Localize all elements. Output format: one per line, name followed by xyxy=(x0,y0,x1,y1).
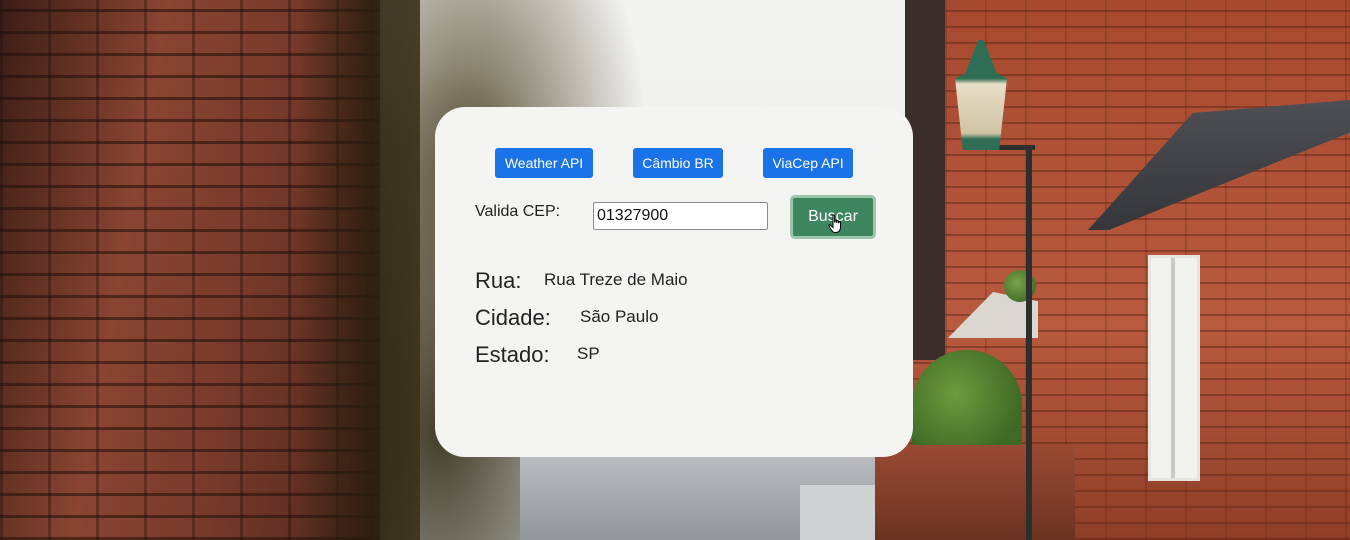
street-row: Rua: Rua Treze de Maio xyxy=(475,268,688,294)
background-wall-shadow xyxy=(300,0,420,540)
street-label: Rua: xyxy=(475,268,522,293)
city-row: Cidade: São Paulo xyxy=(475,305,658,331)
city-value: São Paulo xyxy=(580,307,659,326)
search-button[interactable]: Buscar xyxy=(790,195,876,239)
state-value: SP xyxy=(577,344,600,363)
cep-card: Weather API Câmbio BR ViaCep API Valida … xyxy=(435,107,913,457)
city-label: Cidade: xyxy=(475,305,551,330)
background-window xyxy=(1148,255,1200,481)
cep-label: Valida CEP: xyxy=(475,203,561,220)
background-low-wall xyxy=(875,445,1075,540)
weather-api-button[interactable]: Weather API xyxy=(495,148,593,178)
background-lamp-post xyxy=(1026,150,1032,540)
state-label: Estado: xyxy=(475,342,550,367)
background-bush xyxy=(912,350,1022,460)
state-row: Estado: SP xyxy=(475,342,600,368)
cep-input[interactable] xyxy=(593,202,768,230)
street-value: Rua Treze de Maio xyxy=(544,270,688,289)
page-background: Weather API Câmbio BR ViaCep API Valida … xyxy=(0,0,1350,540)
cambio-br-button[interactable]: Câmbio BR xyxy=(633,148,723,178)
viacep-api-button[interactable]: ViaCep API xyxy=(763,148,853,178)
